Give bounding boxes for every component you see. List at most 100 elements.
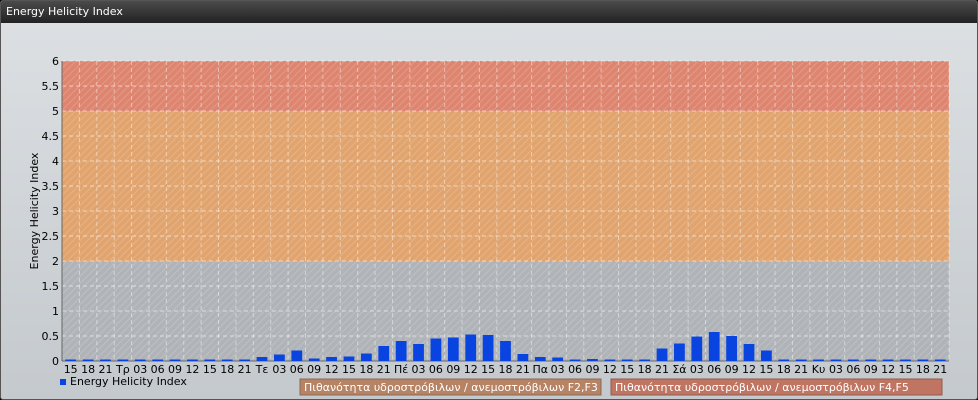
bar[interactable] xyxy=(447,337,459,362)
bar[interactable] xyxy=(847,359,859,362)
x-tick-label: 03 xyxy=(829,363,843,376)
x-tick-label: 15 xyxy=(203,363,217,376)
bar[interactable] xyxy=(482,335,494,361)
bar[interactable] xyxy=(760,350,772,362)
bar[interactable] xyxy=(882,359,894,362)
x-tick-label: 12 xyxy=(742,363,756,376)
bar[interactable] xyxy=(813,359,824,362)
bar[interactable] xyxy=(256,357,268,361)
bar[interactable] xyxy=(413,344,424,361)
bar[interactable] xyxy=(378,346,390,361)
x-tick-label: 18 xyxy=(499,363,513,376)
bar[interactable] xyxy=(569,359,581,362)
y-tick-label: 3.5 xyxy=(42,180,60,193)
bar[interactable] xyxy=(604,359,616,362)
bar[interactable] xyxy=(65,359,77,362)
bar[interactable] xyxy=(917,359,929,362)
bar[interactable] xyxy=(674,343,685,362)
x-tick-label: 09 xyxy=(725,363,739,376)
y-tick-label: 0.5 xyxy=(42,330,60,343)
x-tick-label: 21 xyxy=(655,363,669,376)
x-tick-label: 18 xyxy=(359,363,373,376)
bar[interactable] xyxy=(239,359,251,362)
bar[interactable] xyxy=(204,359,216,362)
y-tick-label: 1 xyxy=(52,305,59,318)
x-tick-label: 15 xyxy=(620,363,634,376)
x-tick-label: 03 xyxy=(272,363,286,376)
bar[interactable] xyxy=(291,350,303,362)
legend-band-mid-label: Πιθανότητα υδροστρόβιλων / ανεμοστρόβιλω… xyxy=(304,381,598,394)
x-tick-label: 12 xyxy=(464,363,478,376)
bar[interactable] xyxy=(343,356,355,362)
legend-series-swatch xyxy=(60,379,66,385)
bar[interactable] xyxy=(691,336,703,362)
x-tick-label: 15 xyxy=(342,363,356,376)
bar[interactable] xyxy=(656,348,668,362)
x-tick-label: 06 xyxy=(846,363,860,376)
bar[interactable] xyxy=(134,359,146,362)
x-tick-label: 18 xyxy=(638,363,652,376)
bar[interactable] xyxy=(430,338,442,362)
bar[interactable] xyxy=(621,359,633,362)
bar[interactable] xyxy=(308,358,320,362)
y-tick-label: 3 xyxy=(52,205,59,218)
bar[interactable] xyxy=(500,341,511,361)
chart-panel: Energy Helicity Index 15 18 21 Τρ 03 06 09 12 15… xyxy=(0,0,978,400)
x-tick-label: 06 xyxy=(568,363,582,376)
y-tick-label: 2.5 xyxy=(42,230,60,243)
bar[interactable] xyxy=(117,359,129,362)
bar[interactable] xyxy=(534,357,546,361)
x-tick-label: 06 xyxy=(429,363,443,376)
bar[interactable] xyxy=(152,359,164,362)
bar[interactable] xyxy=(830,359,842,362)
bar[interactable] xyxy=(221,359,233,362)
x-tick-label: 18 xyxy=(220,363,234,376)
bar[interactable] xyxy=(639,359,651,362)
x-tick-label: 09 xyxy=(864,363,878,376)
bar[interactable] xyxy=(552,357,564,362)
x-tick-label: 03 xyxy=(551,363,565,376)
bar[interactable] xyxy=(326,357,337,361)
x-tick-label: 12 xyxy=(325,363,339,376)
x-tick-label: 03 xyxy=(690,363,704,376)
x-tick-label: 21 xyxy=(794,363,808,376)
bar[interactable] xyxy=(778,359,790,362)
legend-series-label[interactable]: Energy Helicity Index xyxy=(70,375,187,388)
y-tick-label: 2 xyxy=(52,255,59,268)
x-tick-label: 06 xyxy=(290,363,304,376)
y-tick-label: 4 xyxy=(52,155,59,168)
x-tick-label: Πέ xyxy=(394,363,408,376)
bar[interactable] xyxy=(100,359,111,362)
y-tick-label: 1.5 xyxy=(42,280,60,293)
x-tick-label: 21 xyxy=(377,363,391,376)
bar[interactable] xyxy=(274,354,285,362)
x-tick-label: 12 xyxy=(185,363,199,376)
x-tick-label: 09 xyxy=(307,363,321,376)
x-tick-label: 03 xyxy=(412,363,426,376)
x-tick-label: 06 xyxy=(707,363,721,376)
bar[interactable] xyxy=(169,359,181,362)
bar[interactable] xyxy=(187,359,198,362)
bar[interactable] xyxy=(587,359,598,361)
x-tick-label: 09 xyxy=(446,363,460,376)
bar[interactable] xyxy=(795,359,807,362)
bar[interactable] xyxy=(395,341,407,361)
x-tick-label: 09 xyxy=(585,363,599,376)
bar[interactable] xyxy=(82,359,94,362)
bar[interactable] xyxy=(900,359,911,362)
x-tick-label: 15 xyxy=(759,363,773,376)
bar[interactable] xyxy=(708,332,720,361)
bar[interactable] xyxy=(934,359,946,362)
bar[interactable] xyxy=(465,334,477,362)
y-tick-label: 4.5 xyxy=(42,130,60,143)
x-tick-label: Τε xyxy=(255,363,269,376)
bar[interactable] xyxy=(865,359,877,362)
bar[interactable] xyxy=(726,336,737,361)
x-tick-label: 12 xyxy=(603,363,617,376)
chart-svg: 15 18 21 Τρ 03 06 09 12 15 18 21 Τε 03 06 09 12 15 18 21 Πέ… xyxy=(28,55,950,396)
bar[interactable] xyxy=(517,354,529,361)
bar[interactable] xyxy=(360,353,372,362)
x-tick-label: 18 xyxy=(916,363,930,376)
bar[interactable] xyxy=(743,344,755,361)
y-tick-label: 0 xyxy=(52,355,59,368)
